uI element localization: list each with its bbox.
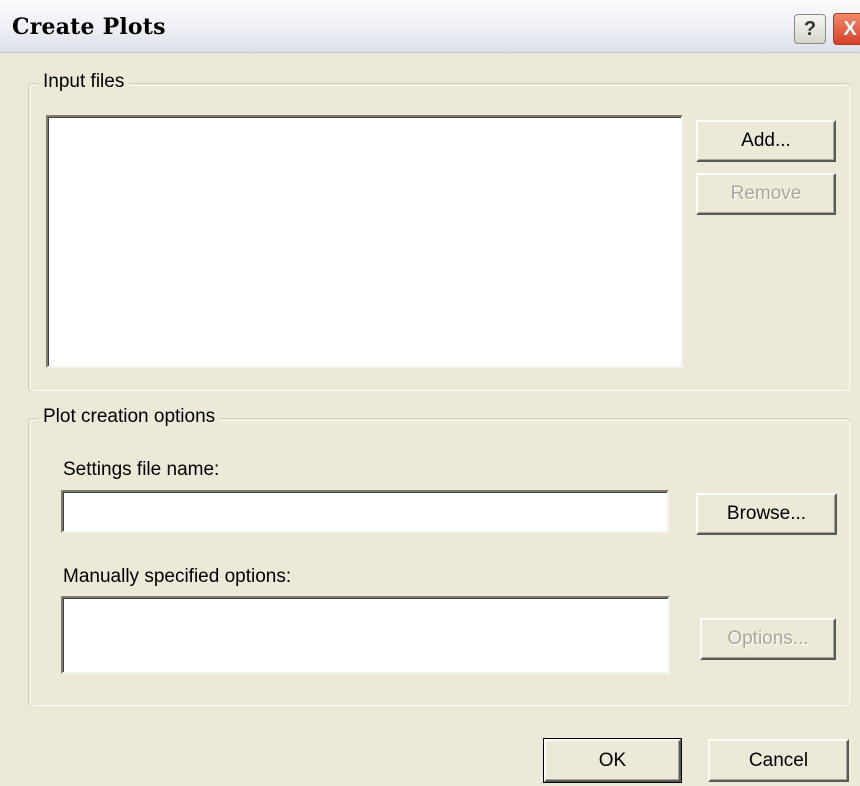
add-button-label: Add...: [741, 130, 791, 151]
input-files-legend: Input files: [38, 71, 130, 93]
ok-button-label: OK: [598, 749, 627, 771]
add-button[interactable]: Add...: [696, 120, 836, 162]
settings-file-label: Settings file name:: [63, 459, 220, 480]
ok-button[interactable]: OK: [543, 738, 682, 783]
title-bar[interactable]: Create Plots ? X: [0, 0, 860, 53]
plot-options-legend: Plot creation options: [38, 406, 221, 428]
browse-button-label: Browse...: [726, 503, 807, 524]
options-button-label: Options...: [727, 628, 809, 649]
cancel-button-label: Cancel: [748, 749, 809, 771]
window-title: Create Plots: [12, 14, 166, 40]
manual-options-field[interactable]: [61, 596, 670, 674]
manual-options-label: Manually specified options:: [63, 566, 292, 587]
options-button[interactable]: Options...: [700, 618, 836, 660]
close-icon: X: [843, 17, 857, 40]
cancel-button[interactable]: Cancel: [708, 739, 849, 782]
remove-button-label: Remove: [730, 183, 802, 204]
close-button[interactable]: X: [833, 13, 860, 45]
browse-button[interactable]: Browse...: [696, 493, 837, 535]
help-button[interactable]: ?: [794, 14, 826, 44]
settings-file-input[interactable]: [61, 490, 669, 533]
input-files-list[interactable]: [46, 115, 683, 368]
help-icon: ?: [803, 17, 817, 40]
remove-button[interactable]: Remove: [696, 173, 836, 215]
